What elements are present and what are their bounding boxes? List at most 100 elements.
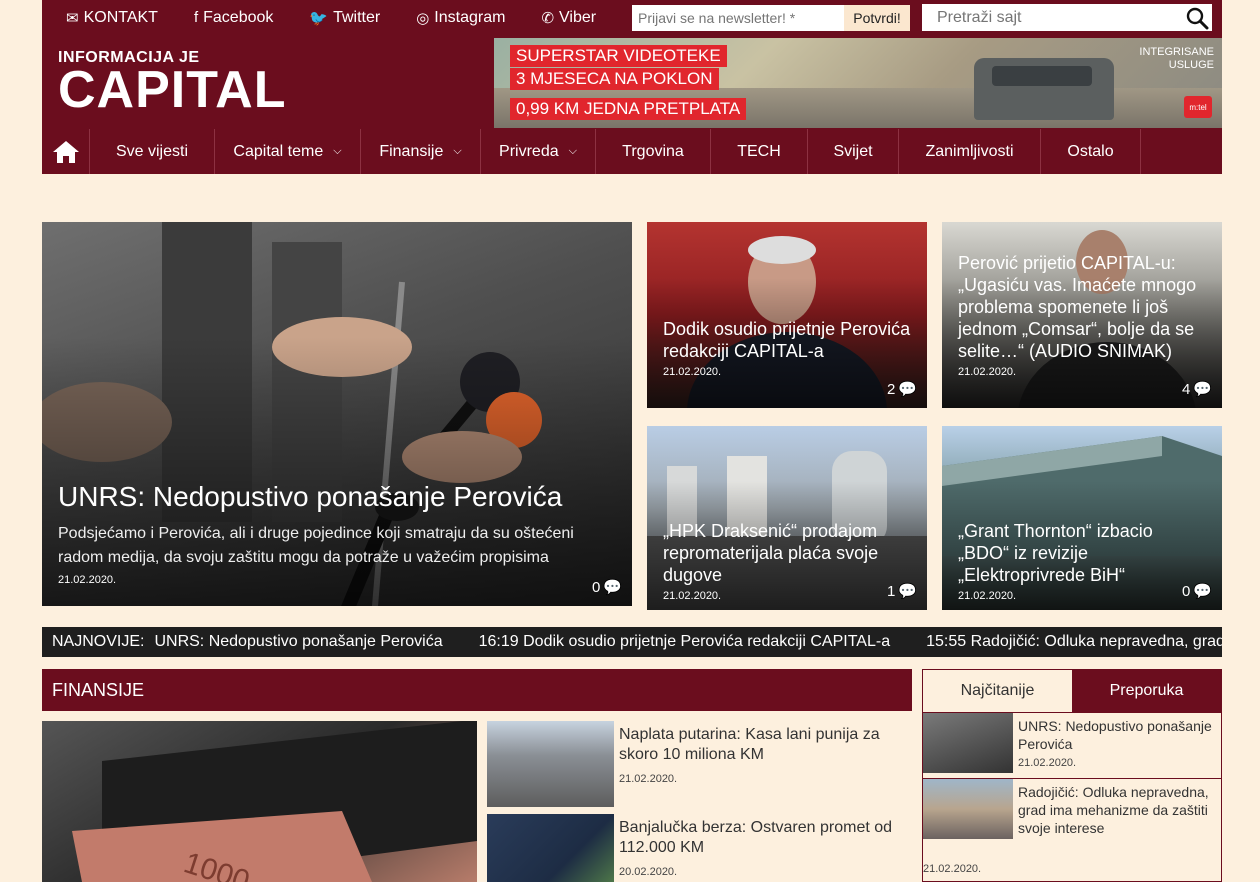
section-heading-finansije[interactable]: FINANSIJE <box>42 669 912 711</box>
ad-corner-text: INTEGRISANE USLUGE <box>1139 46 1214 71</box>
list-item[interactable]: Naplata putarina: Kasa lani punija za sk… <box>487 721 907 807</box>
ad-brand-logo: m:tel <box>1184 96 1212 118</box>
comment-count[interactable]: 1 💬 <box>886 582 917 601</box>
stock-board-image <box>487 814 614 882</box>
nav-label: Privreda <box>499 142 559 160</box>
article-tile[interactable]: „HPK Draksenić“ prodajom repromaterijala… <box>647 426 927 610</box>
instagram-label: Instagram <box>434 8 506 26</box>
finansije-lead-image[interactable]: 1000 <box>42 721 477 882</box>
main-nav: Sve vijesti Capital teme ⌵ Finansije ⌵ Pri… <box>42 129 1222 174</box>
ad-car-graphic <box>974 58 1114 120</box>
comment-count-value: 1 <box>886 582 896 600</box>
nav-label: Capital teme <box>233 142 324 160</box>
nav-item-privreda[interactable]: Privreda ⌵ <box>481 129 596 174</box>
nav-item-zanimljivosti[interactable]: Zanimljivosti <box>899 129 1041 174</box>
nav-item-finansije[interactable]: Finansije ⌵ <box>361 129 481 174</box>
list-item-title[interactable]: UNRS: Nedopustivo ponašanje Perovića <box>1018 717 1218 753</box>
envelope-icon: ✉ <box>66 9 79 27</box>
list-item-title[interactable]: Radojičić: Odluka nepravedna, grad ima m… <box>1018 783 1218 837</box>
article-date: 21.02.2020. <box>958 590 1017 602</box>
featured-title[interactable]: UNRS: Nedopustivo ponašanje Perovića <box>58 480 616 514</box>
comment-count-value: 0 <box>591 578 601 596</box>
twitter-link[interactable]: 🐦 Twitter <box>309 9 380 27</box>
tab-preporuka[interactable]: Preporuka <box>1072 670 1221 712</box>
article-date: 21.02.2020. <box>663 590 722 602</box>
ticker-item[interactable]: 16:19 Dodik osudio prijetnje Perovića re… <box>479 633 890 651</box>
sidebar-widget: Najčitanije Preporuka UNRS: Nedopustivo … <box>922 669 1222 882</box>
comment-count-value: 2 <box>886 380 896 398</box>
article-thumbnail <box>923 779 1013 839</box>
article-tile[interactable]: „Grant Thornton“ izbacio „BDO“ iz revizi… <box>942 426 1222 610</box>
wallet-image: 1000 <box>72 721 477 882</box>
comment-count[interactable]: 0 💬 <box>1181 582 1212 601</box>
comment-count[interactable]: 2 💬 <box>886 380 917 399</box>
article-title[interactable]: Dodik osudio prijetnje Perovića redakcij… <box>663 318 911 362</box>
chevron-down-icon: ⌵ <box>568 145 577 157</box>
comment-icon: 💬 <box>898 583 917 600</box>
nav-item-ostalo[interactable]: Ostalo <box>1041 129 1141 174</box>
comment-icon: 💬 <box>1193 583 1212 600</box>
nav-label: Ostalo <box>1067 142 1114 160</box>
search-input[interactable] <box>922 5 1182 30</box>
search-box <box>922 4 1212 31</box>
twitter-label: Twitter <box>333 8 381 26</box>
search-icon[interactable] <box>1182 5 1212 30</box>
news-ticker: NAJNOVIJE: UNRS: Nedopustivo ponašanje P… <box>42 627 1222 657</box>
contact-link[interactable]: ✉ KONTAKT <box>66 9 158 27</box>
site-logo[interactable]: INFORMACIJA JE CAPITAL <box>58 49 287 119</box>
ticker-item[interactable]: 15:55 Radojičić: Odluka nepravedna, grad <box>926 633 1222 651</box>
chevron-down-icon: ⌵ <box>333 145 342 157</box>
nav-label: Trgovina <box>622 142 684 160</box>
nav-item-sve-vijesti[interactable]: Sve vijesti <box>90 129 215 174</box>
comment-count[interactable]: 4 💬 <box>1181 380 1212 399</box>
home-button[interactable] <box>42 129 90 174</box>
nav-item-capital-teme[interactable]: Capital teme ⌵ <box>215 129 361 174</box>
newsletter-input[interactable] <box>632 5 844 31</box>
featured-subtitle: Podsjećamo i Perovića, ali i druge pojed… <box>58 525 574 566</box>
article-tile[interactable]: Perović prijetio CAPITAL-u: „Ugasiću vas… <box>942 222 1222 408</box>
article-date: 21.02.2020. <box>958 366 1017 378</box>
nav-label: Svijet <box>833 142 873 160</box>
chevron-down-icon: ⌵ <box>453 145 462 157</box>
tab-najcitanije[interactable]: Najčitanije <box>923 670 1072 712</box>
list-item[interactable]: Radojičić: Odluka nepravedna, grad ima m… <box>923 778 1221 881</box>
list-item-date: 21.02.2020. <box>923 863 982 875</box>
site-header: INFORMACIJA JE CAPITAL SUPERSTAR VIDEOTE… <box>42 35 1222 129</box>
home-icon <box>52 140 79 163</box>
facebook-icon: f <box>193 9 199 26</box>
nav-item-tech[interactable]: TECH <box>711 129 808 174</box>
nav-item-svijet[interactable]: Svijet <box>808 129 899 174</box>
banner-ad[interactable]: SUPERSTAR VIDEOTEKE 3 MJESECA NA POKLON … <box>494 38 1222 128</box>
comment-count-value: 4 <box>1181 380 1191 398</box>
list-item-title[interactable]: Naplata putarina: Kasa lani punija za sk… <box>619 725 904 765</box>
comment-count-value: 0 <box>1181 582 1191 600</box>
comment-icon: 💬 <box>603 579 622 596</box>
list-item[interactable]: UNRS: Nedopustivo ponašanje Perovića 21.… <box>923 712 1221 778</box>
nav-item-trgovina[interactable]: Trgovina <box>596 129 711 174</box>
viber-link[interactable]: ✆ Viber <box>541 9 596 27</box>
logo-wordmark: CAPITAL <box>58 61 287 119</box>
ticker-item[interactable]: UNRS: Nedopustivo ponašanje Perovića <box>154 633 442 651</box>
toll-image <box>487 721 614 807</box>
newsletter-submit-button[interactable]: Potvrdi! <box>844 5 910 31</box>
instagram-icon: ◎ <box>416 9 430 27</box>
comment-icon: 💬 <box>1193 381 1212 398</box>
twitter-icon: 🐦 <box>309 9 329 27</box>
instagram-link[interactable]: ◎ Instagram <box>416 9 505 27</box>
featured-article[interactable]: UNRS: Nedopustivo ponašanje Perovića Pod… <box>42 222 632 606</box>
list-item[interactable]: Banjalučka berza: Ostvaren promet od 112… <box>487 814 907 882</box>
comment-count[interactable]: 0 💬 <box>591 578 622 597</box>
article-title[interactable]: Perović prijetio CAPITAL-u: „Ugasiću vas… <box>958 252 1206 362</box>
list-item-title[interactable]: Banjalučka berza: Ostvaren promet od 112… <box>619 818 904 858</box>
nav-label: Zanimljivosti <box>925 142 1014 160</box>
article-tile[interactable]: Dodik osudio prijetnje Perovića redakcij… <box>647 222 927 408</box>
ticker-label: NAJNOVIJE: <box>52 633 145 650</box>
sidebar-tabs: Najčitanije Preporuka <box>923 670 1221 712</box>
article-title[interactable]: „Grant Thornton“ izbacio „BDO“ iz revizi… <box>958 520 1206 586</box>
article-thumbnail <box>923 713 1013 773</box>
article-title[interactable]: „HPK Draksenić“ prodajom repromaterijala… <box>663 520 911 586</box>
facebook-link[interactable]: f Facebook <box>194 9 273 27</box>
newsletter-form: Potvrdi! <box>632 5 910 31</box>
article-date: 21.02.2020. <box>663 366 722 378</box>
nav-label: TECH <box>737 142 781 160</box>
